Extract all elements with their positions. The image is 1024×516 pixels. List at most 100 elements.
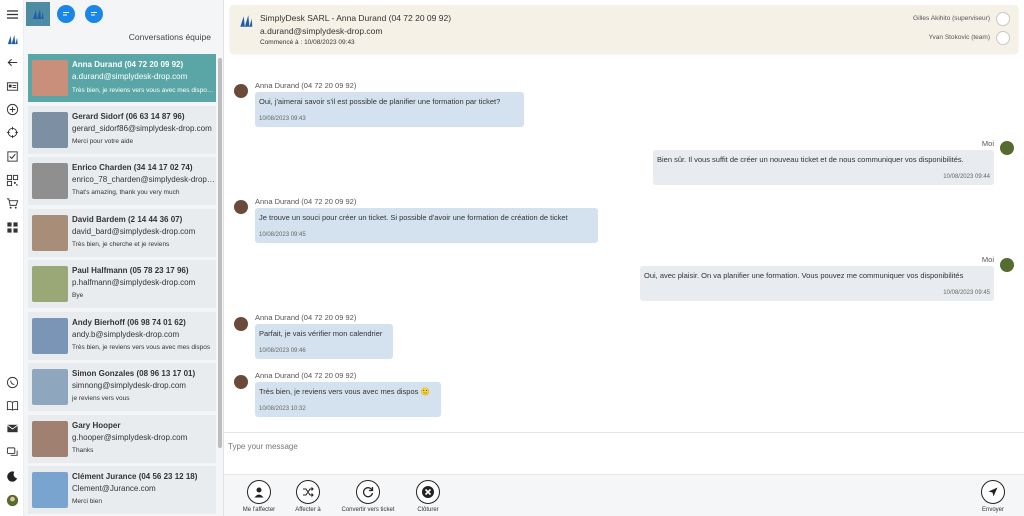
shuffle-icon <box>296 480 320 504</box>
contact-email: enrico_78_charden@simplydesk-drop.com <box>72 175 216 184</box>
avatar <box>234 84 248 98</box>
contact-email: a.durand@simplydesk-drop.com <box>260 26 383 36</box>
last-message: Très bien, je reviens vers vous avec mes… <box>72 87 216 94</box>
whatsapp-icon[interactable] <box>4 374 20 390</box>
send-button[interactable]: Envoyer <box>958 480 1024 516</box>
conversation-item[interactable]: Clément Jurance (04 56 23 12 18) Clement… <box>28 466 216 514</box>
conversations-panel: Conversations équipe Anna Durand (04 72 … <box>24 0 224 516</box>
message-text: Parfait, je vais vérifier mon calendrier <box>259 329 383 338</box>
convert-to-ticket-label: Convertir vers ticket <box>341 507 395 513</box>
conversation-item[interactable]: Gary Hooper g.hooper@simplydesk-drop.com… <box>28 414 216 463</box>
message-bubble: Très bien, je reviens vers vous avec mes… <box>255 382 441 417</box>
message-time: 10/08/2023 09:43 <box>259 116 306 122</box>
team-agent-name: Yvan Stokovic (team) <box>928 34 990 41</box>
last-message: Thanks <box>72 446 94 454</box>
tab-chat-2[interactable] <box>82 2 106 26</box>
user-icon <box>996 12 1010 26</box>
qr-code-icon[interactable] <box>4 172 20 188</box>
send-label: Envoyer <box>981 507 1004 513</box>
contact-name: Gerard Sidorf (06 63 14 87 96) <box>72 111 185 121</box>
message-author: Anna Durand (04 72 20 09 92) <box>255 371 357 380</box>
last-message: Merci pour votre aide <box>72 137 134 145</box>
panel-title: Conversations équipe <box>128 32 211 42</box>
message-input[interactable] <box>228 439 1008 453</box>
chat-area: SimplyDesk SARL - Anna Durand (04 72 20 … <box>224 0 1024 516</box>
user-icon <box>996 31 1010 45</box>
app-logo-icon <box>33 9 44 19</box>
tab-chat-1[interactable] <box>54 2 78 26</box>
avatar <box>32 472 68 508</box>
close-conversation-button[interactable]: Clôturer <box>393 480 463 516</box>
id-card-icon[interactable] <box>4 78 20 94</box>
last-message: Très bien, je reviens vers vous avec mes… <box>72 343 211 351</box>
avatar <box>32 163 68 199</box>
contact-email: simnong@simplydesk-drop.com <box>72 381 186 390</box>
start-date: Commencé à : 10/08/2023 09:43 <box>260 39 355 46</box>
message-time: 10/08/2023 10:32 <box>259 406 306 412</box>
app-logo-icon[interactable] <box>4 31 20 47</box>
conversation-header: SimplyDesk SARL - Anna Durand (04 72 20 … <box>230 5 1018 53</box>
message-time: 10/08/2023 09:45 <box>259 232 306 238</box>
contact-name: Paul Halfmann (05 78 23 17 96) <box>72 266 189 275</box>
avatar <box>32 60 68 96</box>
message-bubble: Bien sûr. Il vous suffit de créer un nou… <box>653 150 994 185</box>
contact-email: Clement@Jurance.com <box>72 484 156 493</box>
conversation-title: SimplyDesk SARL - Anna Durand (04 72 20 … <box>260 13 452 23</box>
tab-team-conversations[interactable] <box>26 2 50 26</box>
grid-icon[interactable] <box>4 219 20 235</box>
message-composer <box>224 432 1024 474</box>
message-author: Anna Durand (04 72 20 09 92) <box>255 313 357 322</box>
crosshair-icon[interactable] <box>4 124 20 140</box>
user-avatar[interactable] <box>4 492 20 508</box>
contact-email: a.durand@simplydesk-drop.com <box>72 72 188 81</box>
message-text: Oui, avec plaisir. On va planifier une f… <box>644 271 964 280</box>
assign-me-label: Me l'affecter <box>242 507 276 513</box>
close-conversation-label: Clôturer <box>417 507 439 513</box>
refresh-icon <box>356 480 380 504</box>
contact-name: Clément Jurance (04 56 23 12 18) <box>72 472 198 481</box>
message-text: Très bien, je reviens vers vous avec mes… <box>259 387 430 396</box>
avatar <box>1000 258 1014 272</box>
contact-email: david_bard@simplydesk-drop.com <box>72 226 196 236</box>
chat-bubbles-icon[interactable] <box>4 444 20 460</box>
contact-name: Simon Gonzales (08 96 13 17 01) <box>72 369 196 378</box>
conversation-item[interactable]: Gerard Sidorf (06 63 14 87 96) gerard_si… <box>28 105 216 154</box>
contact-name: Anna Durand (04 72 20 09 92) <box>72 60 184 69</box>
message-bubble: Oui, j'aimerai savoir s'il est possible … <box>255 92 524 127</box>
message-author: Anna Durand (04 72 20 09 92) <box>255 197 357 206</box>
conversation-item[interactable]: Andy Bierhoff (06 98 74 01 62) andy.b@si… <box>28 311 216 360</box>
conversation-item[interactable]: Enrico Charden (34 14 17 02 74) enrico_7… <box>28 157 216 205</box>
menu-icon[interactable] <box>4 6 20 22</box>
message-text: Oui, j'aimerai savoir s'il est possible … <box>259 97 501 106</box>
person-icon <box>247 480 271 504</box>
last-message: Bye <box>72 292 84 299</box>
conversation-item[interactable]: David Bardem (2 14 44 36 07) david_bard@… <box>28 208 216 257</box>
message-bubble: Je trouve un souci pour créer un ticket.… <box>255 208 598 243</box>
dark-mode-icon[interactable] <box>4 468 20 484</box>
avatar <box>234 200 248 214</box>
last-message: je reviens vers vous <box>72 395 130 402</box>
checkbox-icon[interactable] <box>4 148 20 164</box>
inbox-icon[interactable] <box>4 420 20 436</box>
cart-icon[interactable] <box>4 195 20 211</box>
add-circle-icon[interactable] <box>4 101 20 117</box>
left-rail <box>0 0 24 516</box>
message-bubble: Parfait, je vais vérifier mon calendrier… <box>255 324 393 359</box>
avatar <box>32 214 68 251</box>
conversation-item[interactable]: Simon Gonzales (08 96 13 17 01) simnong@… <box>28 363 216 411</box>
message-author: Moi <box>981 255 994 264</box>
avatar <box>32 369 68 405</box>
contact-email: g.hooper@simplydesk-drop.com <box>72 432 188 442</box>
contact-name: Andy Bierhoff (06 98 74 01 62) <box>72 317 186 327</box>
conversation-item[interactable]: Paul Halfmann (05 78 23 17 96) p.halfman… <box>28 260 216 308</box>
chat-icon <box>57 5 75 23</box>
book-icon[interactable] <box>4 397 20 413</box>
conversation-item[interactable]: Anna Durand (04 72 20 09 92) a.durand@si… <box>28 54 216 102</box>
back-icon[interactable] <box>4 54 20 70</box>
avatar <box>32 420 68 457</box>
last-message: That's amazing, thank you very much <box>72 189 180 196</box>
app-logo-icon <box>240 15 253 27</box>
avatar <box>234 375 248 389</box>
conversation-scrollbar[interactable] <box>218 58 222 448</box>
contact-name: Gary Hooper <box>72 420 121 430</box>
